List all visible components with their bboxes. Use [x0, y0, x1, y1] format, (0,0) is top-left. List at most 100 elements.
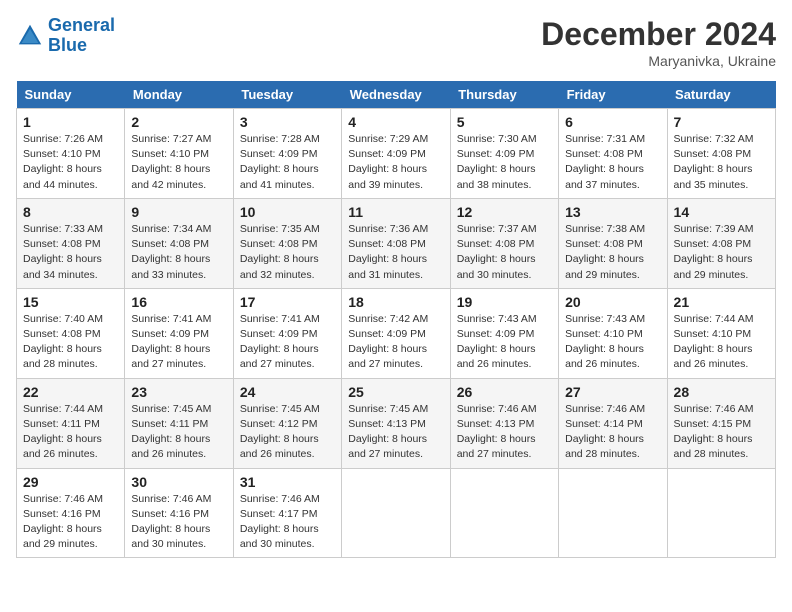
day-cell: 17 Sunrise: 7:41 AM Sunset: 4:09 PM Dayl…	[233, 288, 341, 378]
day-cell: 27 Sunrise: 7:46 AM Sunset: 4:14 PM Dayl…	[559, 378, 667, 468]
weekday-header-row: SundayMondayTuesdayWednesdayThursdayFrid…	[17, 81, 776, 109]
day-info: Sunrise: 7:36 AM Sunset: 4:08 PM Dayligh…	[348, 222, 443, 283]
weekday-header-thursday: Thursday	[450, 81, 558, 109]
day-cell: 6 Sunrise: 7:31 AM Sunset: 4:08 PM Dayli…	[559, 109, 667, 199]
day-info: Sunrise: 7:39 AM Sunset: 4:08 PM Dayligh…	[674, 222, 769, 283]
day-info: Sunrise: 7:46 AM Sunset: 4:15 PM Dayligh…	[674, 402, 769, 463]
day-number: 31	[240, 474, 335, 490]
day-number: 19	[457, 294, 552, 310]
day-number: 26	[457, 384, 552, 400]
day-number: 17	[240, 294, 335, 310]
day-cell: 10 Sunrise: 7:35 AM Sunset: 4:08 PM Dayl…	[233, 198, 341, 288]
day-info: Sunrise: 7:43 AM Sunset: 4:10 PM Dayligh…	[565, 312, 660, 373]
day-info: Sunrise: 7:28 AM Sunset: 4:09 PM Dayligh…	[240, 132, 335, 193]
day-cell: 29 Sunrise: 7:46 AM Sunset: 4:16 PM Dayl…	[17, 468, 125, 558]
day-cell: 14 Sunrise: 7:39 AM Sunset: 4:08 PM Dayl…	[667, 198, 775, 288]
day-cell: 9 Sunrise: 7:34 AM Sunset: 4:08 PM Dayli…	[125, 198, 233, 288]
day-number: 11	[348, 204, 443, 220]
week-row-2: 8 Sunrise: 7:33 AM Sunset: 4:08 PM Dayli…	[17, 198, 776, 288]
day-cell: 30 Sunrise: 7:46 AM Sunset: 4:16 PM Dayl…	[125, 468, 233, 558]
day-number: 12	[457, 204, 552, 220]
day-info: Sunrise: 7:45 AM Sunset: 4:11 PM Dayligh…	[131, 402, 226, 463]
day-number: 30	[131, 474, 226, 490]
day-cell: 2 Sunrise: 7:27 AM Sunset: 4:10 PM Dayli…	[125, 109, 233, 199]
weekday-header-sunday: Sunday	[17, 81, 125, 109]
week-row-1: 1 Sunrise: 7:26 AM Sunset: 4:10 PM Dayli…	[17, 109, 776, 199]
day-info: Sunrise: 7:45 AM Sunset: 4:12 PM Dayligh…	[240, 402, 335, 463]
day-cell: 13 Sunrise: 7:38 AM Sunset: 4:08 PM Dayl…	[559, 198, 667, 288]
day-cell: 25 Sunrise: 7:45 AM Sunset: 4:13 PM Dayl…	[342, 378, 450, 468]
day-number: 23	[131, 384, 226, 400]
weekday-header-friday: Friday	[559, 81, 667, 109]
day-number: 29	[23, 474, 118, 490]
day-info: Sunrise: 7:34 AM Sunset: 4:08 PM Dayligh…	[131, 222, 226, 283]
page-header: General Blue December 2024 Maryanivka, U…	[16, 16, 776, 69]
title-block: December 2024 Maryanivka, Ukraine	[541, 16, 776, 69]
weekday-header-wednesday: Wednesday	[342, 81, 450, 109]
logo-icon	[16, 22, 44, 50]
day-number: 28	[674, 384, 769, 400]
day-info: Sunrise: 7:43 AM Sunset: 4:09 PM Dayligh…	[457, 312, 552, 373]
day-cell: 28 Sunrise: 7:46 AM Sunset: 4:15 PM Dayl…	[667, 378, 775, 468]
day-number: 4	[348, 114, 443, 130]
day-number: 14	[674, 204, 769, 220]
day-info: Sunrise: 7:26 AM Sunset: 4:10 PM Dayligh…	[23, 132, 118, 193]
day-info: Sunrise: 7:46 AM Sunset: 4:14 PM Dayligh…	[565, 402, 660, 463]
day-cell: 4 Sunrise: 7:29 AM Sunset: 4:09 PM Dayli…	[342, 109, 450, 199]
day-number: 13	[565, 204, 660, 220]
day-number: 22	[23, 384, 118, 400]
day-info: Sunrise: 7:29 AM Sunset: 4:09 PM Dayligh…	[348, 132, 443, 193]
day-info: Sunrise: 7:37 AM Sunset: 4:08 PM Dayligh…	[457, 222, 552, 283]
week-row-5: 29 Sunrise: 7:46 AM Sunset: 4:16 PM Dayl…	[17, 468, 776, 558]
logo: General Blue	[16, 16, 115, 56]
day-cell	[559, 468, 667, 558]
day-info: Sunrise: 7:46 AM Sunset: 4:16 PM Dayligh…	[23, 492, 118, 553]
day-info: Sunrise: 7:46 AM Sunset: 4:17 PM Dayligh…	[240, 492, 335, 553]
week-row-4: 22 Sunrise: 7:44 AM Sunset: 4:11 PM Dayl…	[17, 378, 776, 468]
day-number: 2	[131, 114, 226, 130]
day-info: Sunrise: 7:38 AM Sunset: 4:08 PM Dayligh…	[565, 222, 660, 283]
day-number: 10	[240, 204, 335, 220]
day-info: Sunrise: 7:31 AM Sunset: 4:08 PM Dayligh…	[565, 132, 660, 193]
day-cell: 16 Sunrise: 7:41 AM Sunset: 4:09 PM Dayl…	[125, 288, 233, 378]
day-number: 9	[131, 204, 226, 220]
day-number: 16	[131, 294, 226, 310]
day-cell: 22 Sunrise: 7:44 AM Sunset: 4:11 PM Dayl…	[17, 378, 125, 468]
day-info: Sunrise: 7:42 AM Sunset: 4:09 PM Dayligh…	[348, 312, 443, 373]
day-info: Sunrise: 7:41 AM Sunset: 4:09 PM Dayligh…	[240, 312, 335, 373]
day-number: 6	[565, 114, 660, 130]
day-cell: 21 Sunrise: 7:44 AM Sunset: 4:10 PM Dayl…	[667, 288, 775, 378]
day-info: Sunrise: 7:44 AM Sunset: 4:10 PM Dayligh…	[674, 312, 769, 373]
day-cell: 19 Sunrise: 7:43 AM Sunset: 4:09 PM Dayl…	[450, 288, 558, 378]
week-row-3: 15 Sunrise: 7:40 AM Sunset: 4:08 PM Dayl…	[17, 288, 776, 378]
day-number: 18	[348, 294, 443, 310]
day-info: Sunrise: 7:46 AM Sunset: 4:16 PM Dayligh…	[131, 492, 226, 553]
day-info: Sunrise: 7:41 AM Sunset: 4:09 PM Dayligh…	[131, 312, 226, 373]
day-info: Sunrise: 7:45 AM Sunset: 4:13 PM Dayligh…	[348, 402, 443, 463]
day-cell: 8 Sunrise: 7:33 AM Sunset: 4:08 PM Dayli…	[17, 198, 125, 288]
calendar-table: SundayMondayTuesdayWednesdayThursdayFrid…	[16, 81, 776, 558]
day-number: 25	[348, 384, 443, 400]
day-number: 21	[674, 294, 769, 310]
day-number: 15	[23, 294, 118, 310]
day-number: 1	[23, 114, 118, 130]
day-number: 20	[565, 294, 660, 310]
day-cell: 15 Sunrise: 7:40 AM Sunset: 4:08 PM Dayl…	[17, 288, 125, 378]
month-title: December 2024	[541, 16, 776, 53]
day-info: Sunrise: 7:32 AM Sunset: 4:08 PM Dayligh…	[674, 132, 769, 193]
day-info: Sunrise: 7:44 AM Sunset: 4:11 PM Dayligh…	[23, 402, 118, 463]
weekday-header-monday: Monday	[125, 81, 233, 109]
day-cell: 20 Sunrise: 7:43 AM Sunset: 4:10 PM Dayl…	[559, 288, 667, 378]
day-cell: 23 Sunrise: 7:45 AM Sunset: 4:11 PM Dayl…	[125, 378, 233, 468]
day-cell: 12 Sunrise: 7:37 AM Sunset: 4:08 PM Dayl…	[450, 198, 558, 288]
day-cell: 5 Sunrise: 7:30 AM Sunset: 4:09 PM Dayli…	[450, 109, 558, 199]
day-number: 5	[457, 114, 552, 130]
day-cell: 1 Sunrise: 7:26 AM Sunset: 4:10 PM Dayli…	[17, 109, 125, 199]
day-info: Sunrise: 7:35 AM Sunset: 4:08 PM Dayligh…	[240, 222, 335, 283]
day-cell: 7 Sunrise: 7:32 AM Sunset: 4:08 PM Dayli…	[667, 109, 775, 199]
subtitle: Maryanivka, Ukraine	[541, 53, 776, 69]
logo-text: General Blue	[48, 16, 115, 56]
day-info: Sunrise: 7:30 AM Sunset: 4:09 PM Dayligh…	[457, 132, 552, 193]
day-number: 24	[240, 384, 335, 400]
day-cell	[450, 468, 558, 558]
